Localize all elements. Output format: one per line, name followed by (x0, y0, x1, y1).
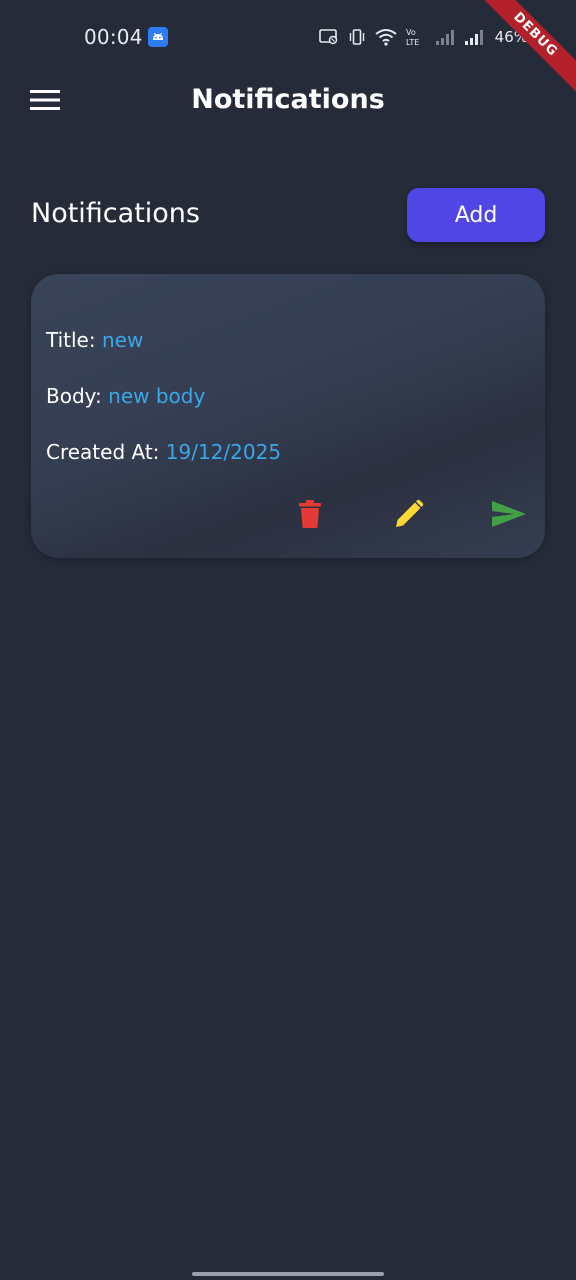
status-time: 00:04 (84, 25, 143, 49)
status-bar: 00:04 Vo LTE 46% (0, 0, 576, 72)
notification-created-row: Created At: 19/12/2025 (46, 440, 281, 464)
svg-text:LTE: LTE (406, 38, 419, 47)
battery-percentage: 46% (494, 28, 528, 46)
send-icon (492, 501, 526, 531)
section-title: Notifications (31, 198, 200, 229)
android-notification-icon (148, 27, 168, 47)
notification-body: new body (108, 384, 206, 408)
notification-body-row: Body: new body (46, 384, 205, 408)
svg-text:Vo: Vo (406, 28, 416, 37)
cast-icon (318, 28, 339, 46)
notifications-screen: 00:04 Vo LTE 46% DEBUG Notifications Not… (0, 0, 576, 1280)
trash-icon (298, 500, 322, 532)
signal-icon (435, 28, 455, 46)
edit-button[interactable] (387, 494, 431, 538)
signal-icon (464, 28, 484, 46)
card-actions (31, 494, 545, 538)
notification-title-row: Title: new (46, 328, 143, 352)
home-indicator[interactable] (192, 1272, 384, 1276)
notification-created-at: 19/12/2025 (165, 440, 282, 464)
notification-card: Title: new Body: new body Created At: 19… (31, 274, 545, 558)
created-label: Created At: (46, 440, 160, 464)
page-title: Notifications (191, 84, 385, 115)
delete-button[interactable] (288, 494, 332, 538)
vibrate-icon (348, 28, 366, 46)
body-label: Body: (46, 384, 102, 408)
volte-icon: Vo LTE (406, 27, 426, 47)
send-button[interactable] (487, 494, 531, 538)
wifi-icon (375, 28, 397, 46)
notification-title: new (101, 328, 144, 352)
status-icons: Vo LTE 46% (318, 24, 528, 50)
pencil-icon (394, 499, 424, 533)
app-bar: Notifications (0, 72, 576, 132)
title-label: Title: (46, 328, 96, 352)
add-notification-button[interactable]: Add (407, 188, 545, 242)
